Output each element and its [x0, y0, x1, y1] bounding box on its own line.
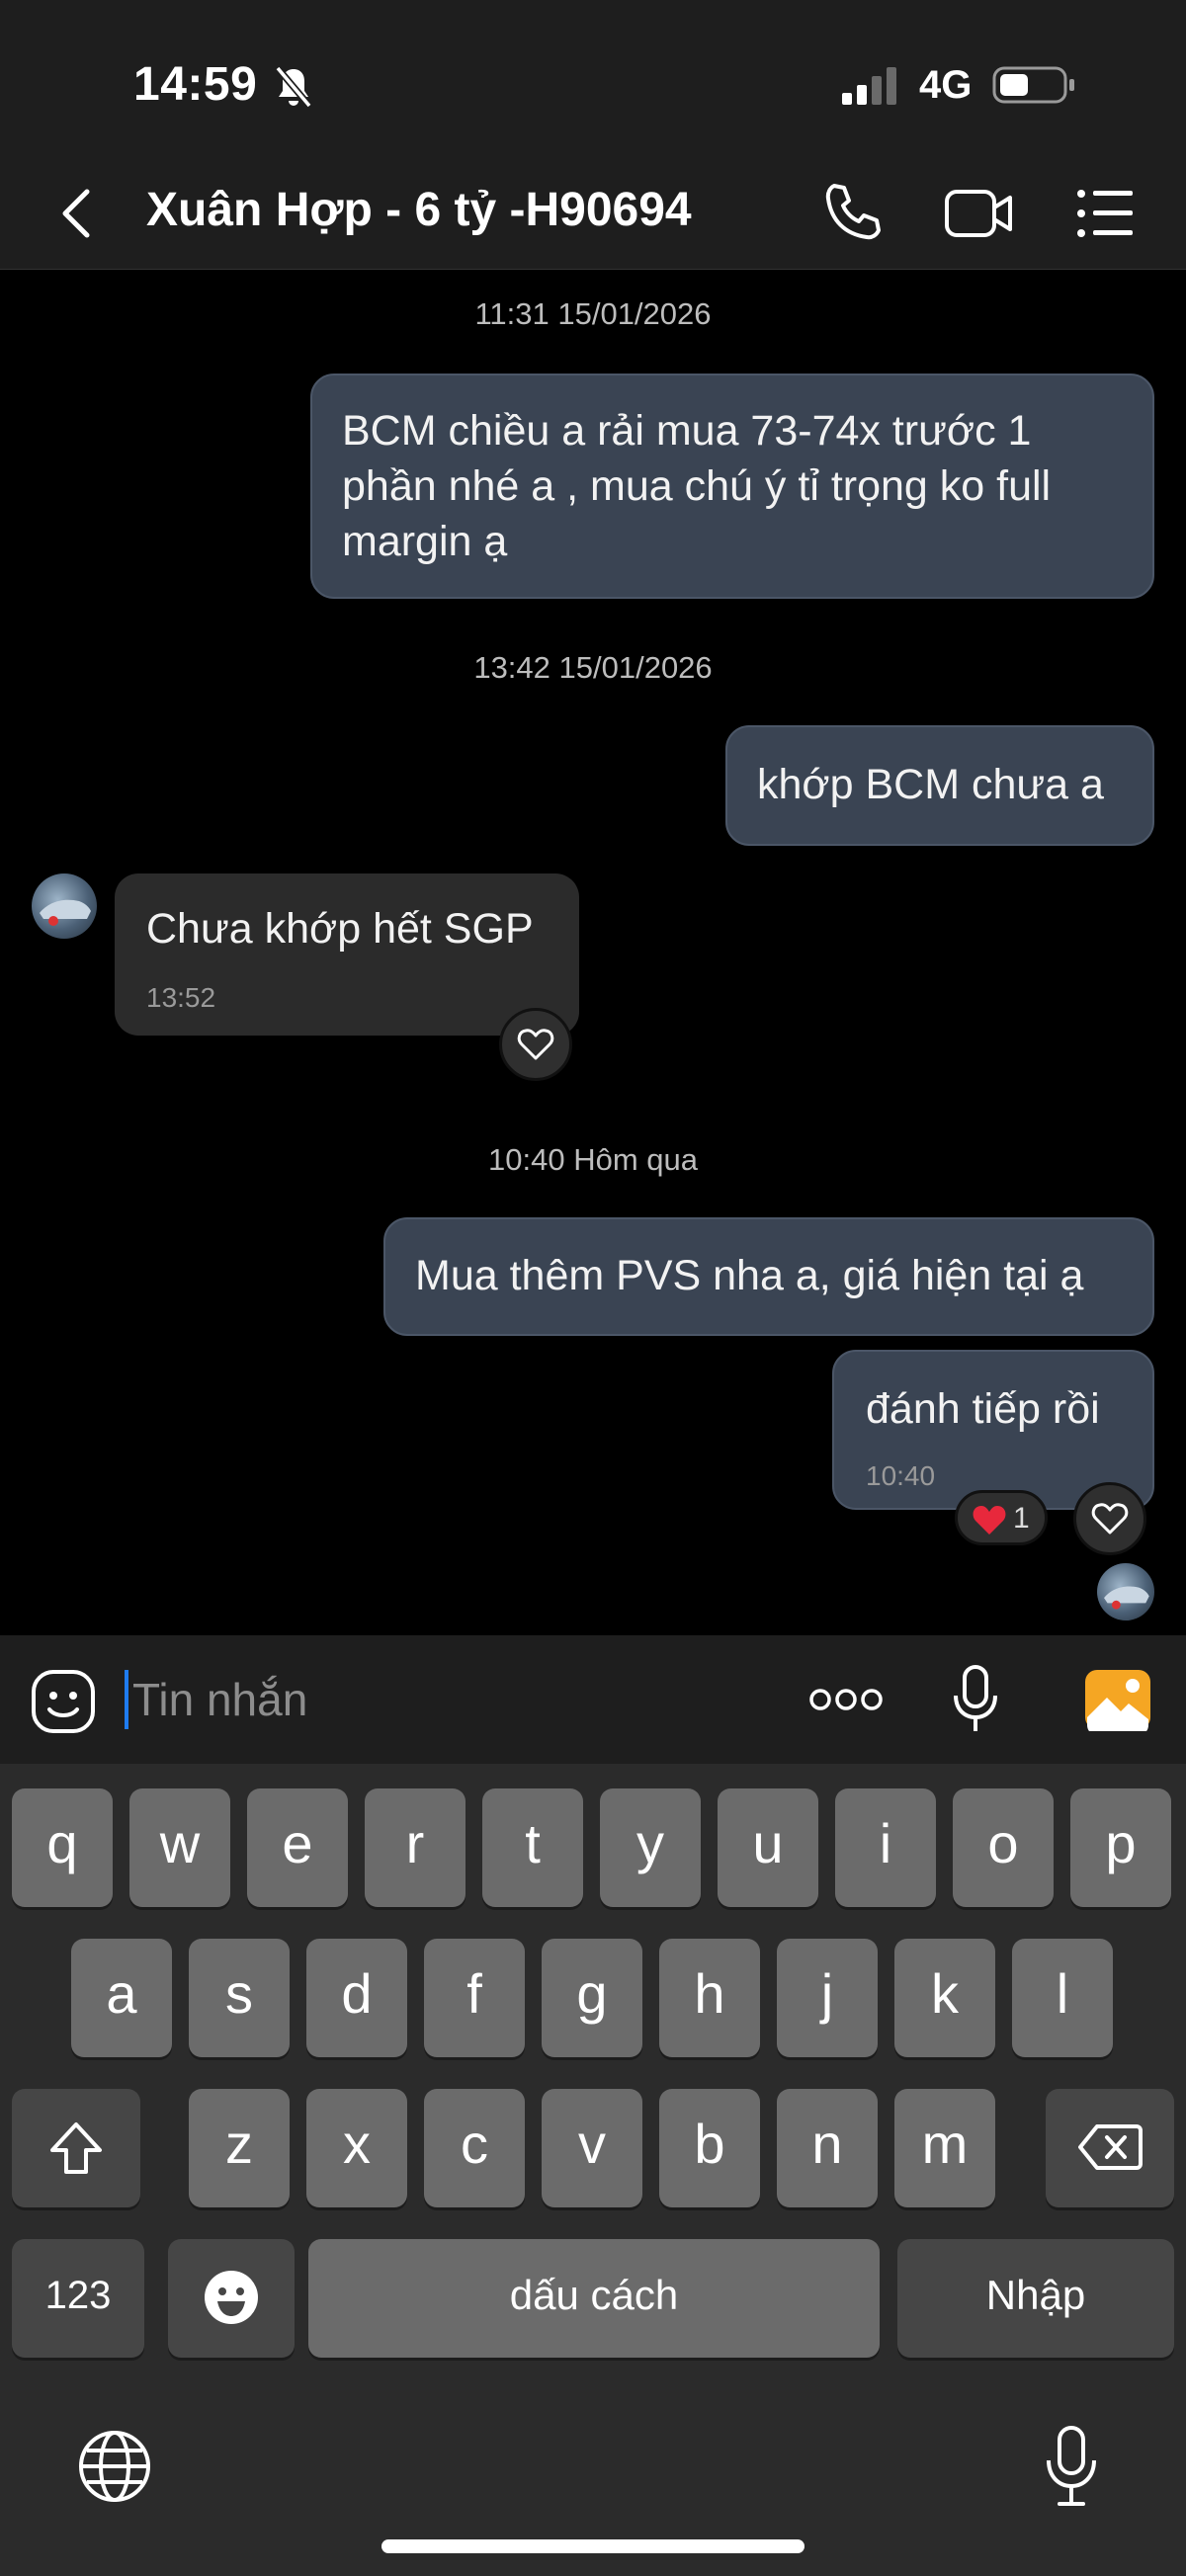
timestamp-divider: 13:42 15/01/2026 — [473, 650, 713, 685]
emoji-icon — [205, 2271, 258, 2324]
shift-icon — [50, 2122, 102, 2174]
enter-key[interactable]: Nhập — [897, 2239, 1174, 2358]
outgoing-message[interactable]: Mua thêm PVS nha a, giá hiện tại ạ — [383, 1217, 1154, 1336]
key-l[interactable]: l — [1012, 1939, 1113, 2057]
sticker-icon[interactable] — [30, 1668, 97, 1735]
key-d[interactable]: d — [306, 1939, 407, 2057]
emoji-key[interactable] — [168, 2239, 295, 2358]
signal-icon — [842, 67, 896, 105]
key-y[interactable]: y — [600, 1788, 701, 1907]
timestamp-divider: 11:31 15/01/2026 — [474, 296, 712, 331]
key-b[interactable]: b — [659, 2089, 760, 2207]
bell-off-icon — [275, 65, 312, 109]
react-button[interactable] — [1073, 1482, 1146, 1555]
key-e[interactable]: e — [247, 1788, 348, 1907]
message-text: đánh tiếp rồi — [866, 1385, 1100, 1433]
key-g[interactable]: g — [542, 1939, 642, 2057]
key-f[interactable]: f — [424, 1939, 525, 2057]
heart-filled-icon — [973, 1506, 1006, 1535]
key-x[interactable]: x — [306, 2089, 407, 2207]
dictation-mic-icon[interactable] — [1044, 2425, 1099, 2508]
message-text: Mua thêm PVS nha a, giá hiện tại ạ — [415, 1252, 1084, 1299]
message-input[interactable]: Tin nhắn — [125, 1670, 725, 1729]
key-n[interactable]: n — [777, 2089, 878, 2207]
home-indicator[interactable] — [381, 2539, 805, 2553]
more-icon[interactable] — [808, 1680, 884, 1719]
timestamp-divider: 10:40 Hôm qua — [488, 1142, 698, 1177]
heart-icon — [517, 1029, 554, 1060]
network-type: 4G — [919, 63, 973, 107]
space-key[interactable]: dấu cách — [308, 2239, 880, 2358]
key-a[interactable]: a — [71, 1939, 172, 2057]
key-t[interactable]: t — [482, 1788, 583, 1907]
key-j[interactable]: j — [777, 1939, 878, 2057]
globe-icon[interactable] — [77, 2429, 152, 2504]
outgoing-message[interactable]: khớp BCM chưa a — [725, 725, 1154, 846]
phone-icon[interactable] — [820, 180, 886, 245]
numbers-key[interactable]: 123 — [12, 2239, 144, 2358]
avatar[interactable] — [32, 873, 97, 939]
heart-icon — [1091, 1503, 1129, 1535]
chat-title[interactable]: Xuân Hợp - 6 tỷ -H90694 — [146, 183, 692, 237]
key-q[interactable]: q — [12, 1788, 113, 1907]
outgoing-message[interactable]: BCM chiều a rải mua 73-74x trước 1 phần … — [310, 374, 1154, 599]
reaction-count: 1 — [1013, 1502, 1030, 1535]
key-o[interactable]: o — [953, 1788, 1054, 1907]
react-button[interactable] — [499, 1008, 572, 1081]
key-m[interactable]: m — [894, 2089, 995, 2207]
status-time: 14:59 — [133, 58, 258, 111]
message-text: Chưa khớp hết SGP — [146, 905, 534, 953]
gallery-icon[interactable] — [1083, 1668, 1152, 1731]
menu-icon[interactable] — [1073, 184, 1137, 243]
key-r[interactable]: r — [365, 1788, 466, 1907]
key-w[interactable]: w — [129, 1788, 230, 1907]
avatar-image — [40, 899, 91, 926]
key-u[interactable]: u — [718, 1788, 818, 1907]
battery-icon — [992, 66, 1074, 104]
delete-key[interactable] — [1046, 2089, 1174, 2207]
message-line: margin ạ — [342, 518, 508, 565]
seen-avatar — [1097, 1563, 1154, 1620]
mic-icon[interactable] — [951, 1664, 1000, 1735]
key-k[interactable]: k — [894, 1939, 995, 2057]
key-h[interactable]: h — [659, 1939, 760, 2057]
key-v[interactable]: v — [542, 2089, 642, 2207]
avatar-image — [1104, 1586, 1149, 1610]
message-time: 13:52 — [146, 982, 216, 1013]
delete-icon — [1078, 2124, 1143, 2170]
key-c[interactable]: c — [424, 2089, 525, 2207]
key-z[interactable]: z — [189, 2089, 290, 2207]
shift-key[interactable] — [12, 2089, 140, 2207]
key-i[interactable]: i — [835, 1788, 936, 1907]
video-icon[interactable] — [944, 186, 1015, 241]
message-text: khớp BCM chưa a — [757, 761, 1104, 808]
message-line: phần nhé a , mua chú ý tỉ trọng ko full — [342, 462, 1052, 510]
reaction-badge[interactable]: 1 — [955, 1490, 1048, 1545]
back-icon[interactable] — [51, 178, 107, 249]
key-s[interactable]: s — [189, 1939, 290, 2057]
message-line: BCM chiều a rải mua 73-74x trước 1 — [342, 407, 1032, 455]
key-p[interactable]: p — [1070, 1788, 1171, 1907]
